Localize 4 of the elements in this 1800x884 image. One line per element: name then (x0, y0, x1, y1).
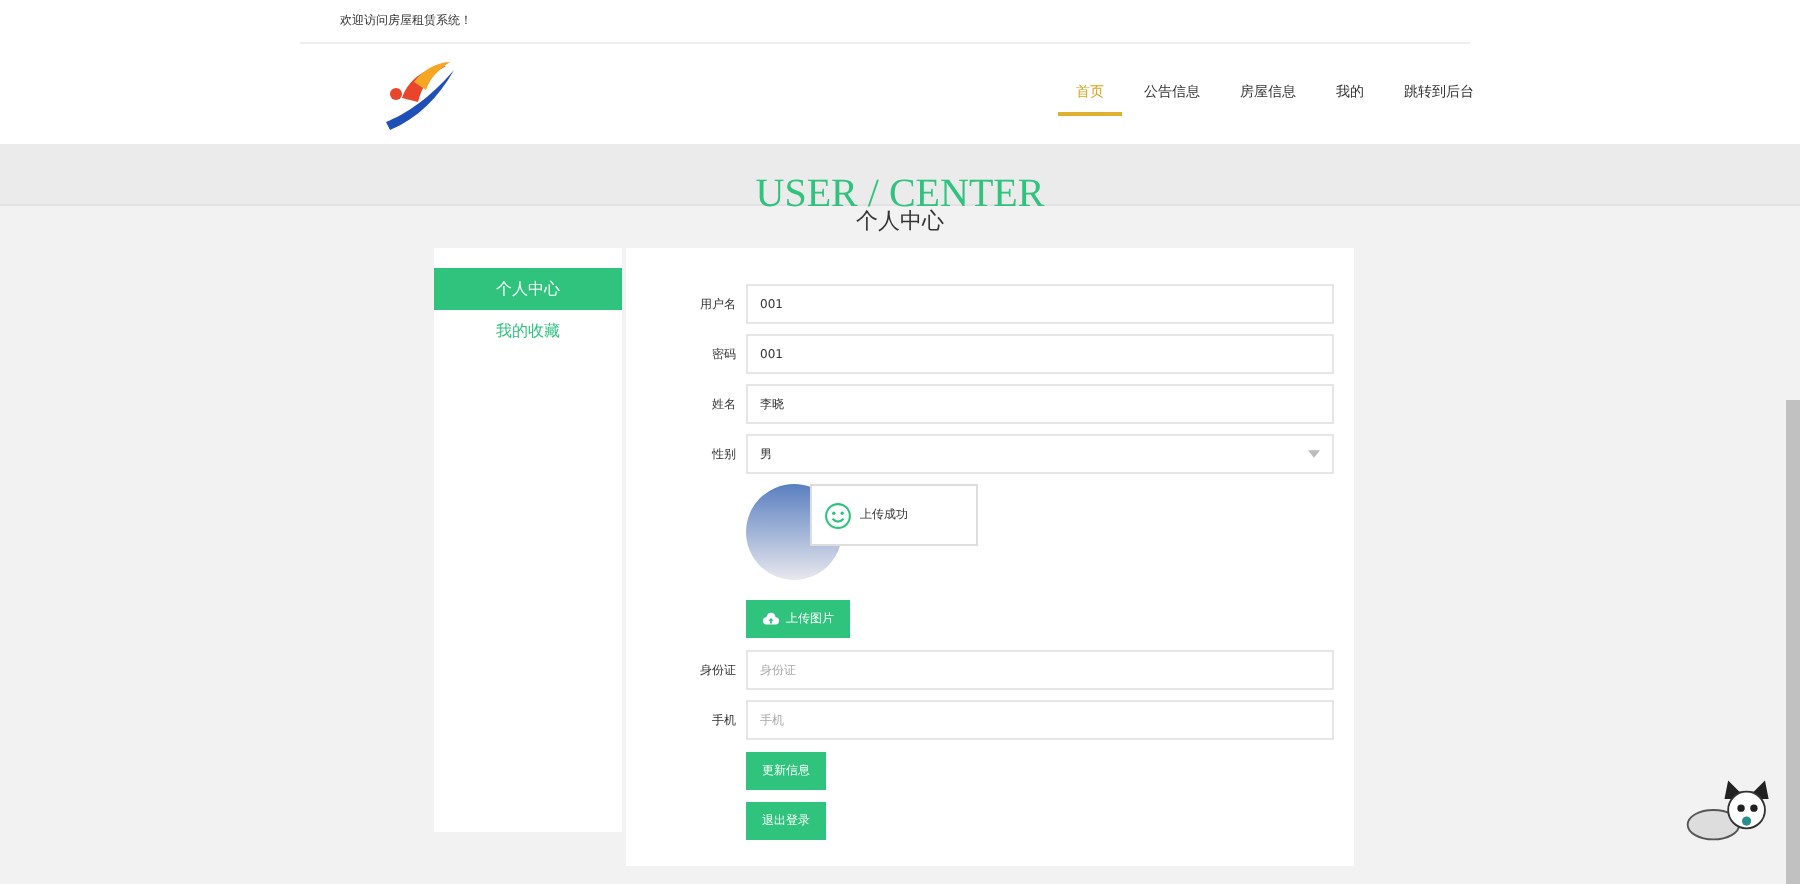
smile-icon (824, 501, 852, 529)
caret-icon (1308, 450, 1320, 458)
scrollbar[interactable] (1786, 400, 1800, 884)
cloud-upload-icon (762, 612, 780, 626)
